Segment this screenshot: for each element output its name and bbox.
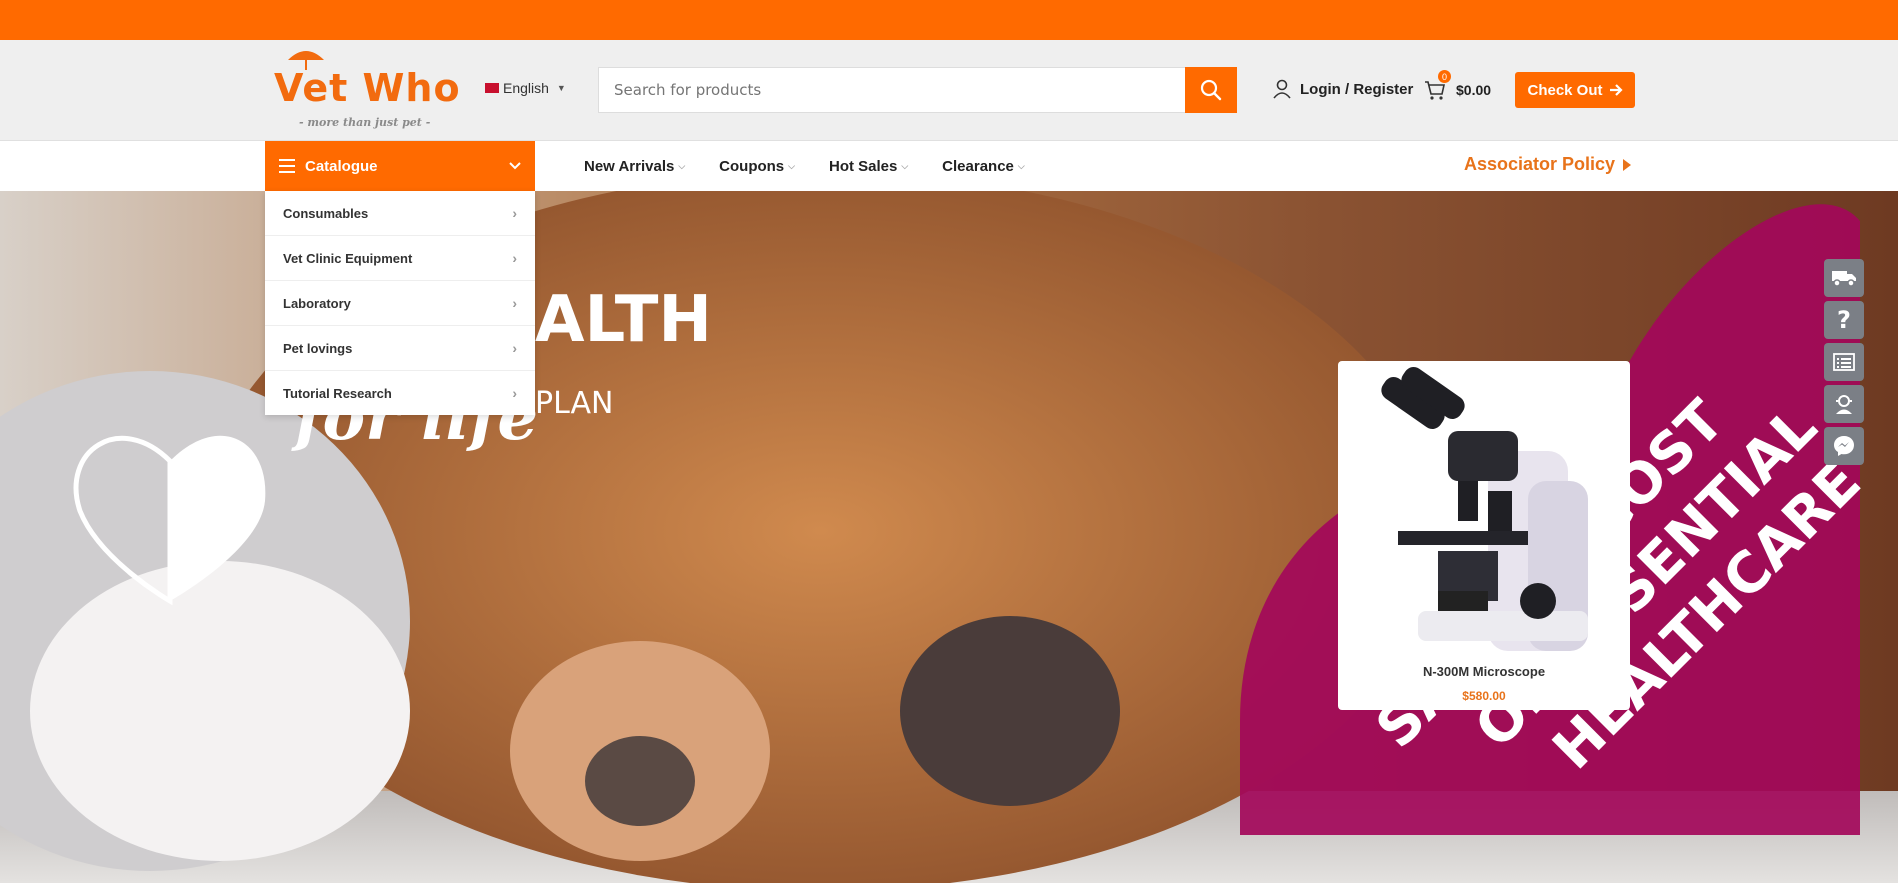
caret-right-icon (1623, 158, 1632, 171)
support-agent-icon (1836, 395, 1852, 414)
chevron-right-icon: › (512, 205, 517, 221)
search-icon (1200, 79, 1222, 101)
catalogue-item-pet-lovings[interactable]: Pet lovings › (265, 326, 535, 371)
side-toolbar: ? (1824, 259, 1864, 469)
login-label: Login / Register (1300, 80, 1414, 98)
product-price: $580.00 (1462, 689, 1506, 703)
catalogue-item-label: Pet lovings (283, 340, 353, 356)
nav-item-label: Coupons (719, 157, 785, 175)
language-selector[interactable]: English ▼ (485, 80, 566, 96)
nav-item-label: Hot Sales (828, 157, 898, 175)
shipping-tool-button[interactable] (1824, 259, 1864, 297)
help-tool-button[interactable]: ? (1824, 301, 1864, 339)
catalogue-toggle[interactable]: Catalogue (265, 141, 535, 191)
catalogue-item-label: Vet Clinic Equipment (283, 250, 413, 266)
language-label: English (503, 80, 549, 96)
search-input[interactable] (599, 68, 1189, 112)
main-nav: Catalogue New Arrivals ⌵ Coupons ⌵ Hot Sal… (0, 141, 1898, 191)
cart-total: $0.00 (1456, 82, 1492, 98)
product-image (1381, 367, 1588, 651)
chevron-down-icon: ⌵ (1017, 160, 1025, 171)
top-accent-bar (0, 0, 1898, 40)
arrow-right-icon (1609, 84, 1623, 96)
nav-item-clearance[interactable]: Clearance ⌵ (942, 158, 1025, 175)
nav-item-coupons[interactable]: Coupons ⌵ (719, 158, 795, 175)
nav-item-hot-sales[interactable]: Hot Sales ⌵ (829, 158, 908, 175)
policy-label: Associator Policy (1464, 154, 1616, 174)
chevron-down-icon: ⌵ (901, 160, 909, 171)
catalogue-item-vet-clinic-equipment[interactable]: Vet Clinic Equipment › (265, 236, 535, 281)
logo-text: Vet Who (274, 66, 461, 110)
support-tool-button[interactable] (1824, 385, 1864, 423)
catalogue-item-laboratory[interactable]: Laboratory › (265, 281, 535, 326)
catalogue-item-consumables[interactable]: Consumables › (265, 191, 535, 236)
truck-icon (1832, 271, 1856, 287)
product-name: N-300M Microscope (1422, 664, 1546, 679)
cart-link[interactable]: 0 $0.00 (1424, 70, 1492, 101)
hero-headline: ALTH (535, 283, 712, 357)
cart-icon: 0 (1424, 70, 1451, 101)
chevron-down-icon: ⌵ (788, 160, 795, 171)
checkout-label: Check Out (1527, 81, 1603, 99)
dog-nose-shape (900, 616, 1120, 806)
catalogue-item-label: Consumables (283, 205, 369, 221)
messenger-icon (1834, 436, 1854, 456)
hero-subline: PLAN (535, 386, 613, 421)
chevron-right-icon: › (512, 340, 517, 356)
nav-menu: New Arrivals ⌵ Coupons ⌵ Hot Sales ⌵ Cleara… (584, 141, 1025, 191)
catalogue-label: Catalogue (305, 157, 378, 175)
catalogue-item-label: Tutorial Research (283, 385, 392, 401)
product-card[interactable]: N-300M Microscope $580.00 (1338, 361, 1630, 710)
caret-down-icon: ▼ (556, 83, 566, 93)
site-header: Vet Who - more than just pet - English ▼… (0, 40, 1898, 141)
catalogue-item-label: Laboratory (283, 295, 351, 311)
nav-item-new-arrivals[interactable]: New Arrivals ⌵ (584, 158, 685, 175)
user-icon (1273, 79, 1291, 99)
login-register-link[interactable]: Login / Register (1272, 79, 1413, 99)
nav-item-label: Clearance (942, 157, 1014, 175)
messenger-tool-button[interactable] (1824, 427, 1864, 465)
nav-item-label: New Arrivals (584, 157, 675, 175)
search-bar (598, 67, 1237, 113)
logo-tagline: - more than just pet - (299, 116, 431, 129)
cart-count-badge: 0 (1438, 70, 1451, 83)
catalogue-dropdown: Consumables › Vet Clinic Equipment › Lab… (265, 191, 535, 415)
list-icon (1833, 353, 1855, 371)
list-tool-button[interactable] (1824, 343, 1864, 381)
chevron-right-icon: › (512, 295, 517, 311)
search-button[interactable] (1185, 67, 1237, 113)
uk-flag-icon (485, 83, 499, 93)
chevron-down-icon (509, 162, 521, 170)
catalogue-item-tutorial-research[interactable]: Tutorial Research › (265, 371, 535, 415)
checkout-button[interactable]: Check Out (1515, 72, 1635, 108)
chevron-right-icon: › (512, 250, 517, 266)
chevron-right-icon: › (512, 385, 517, 401)
menu-icon (279, 159, 295, 173)
site-logo[interactable]: Vet Who - more than just pet - (272, 48, 462, 132)
question-icon: ? (1837, 306, 1851, 334)
associator-policy-link[interactable]: Associator Policy (1464, 154, 1632, 175)
chevron-down-icon: ⌵ (678, 160, 686, 171)
